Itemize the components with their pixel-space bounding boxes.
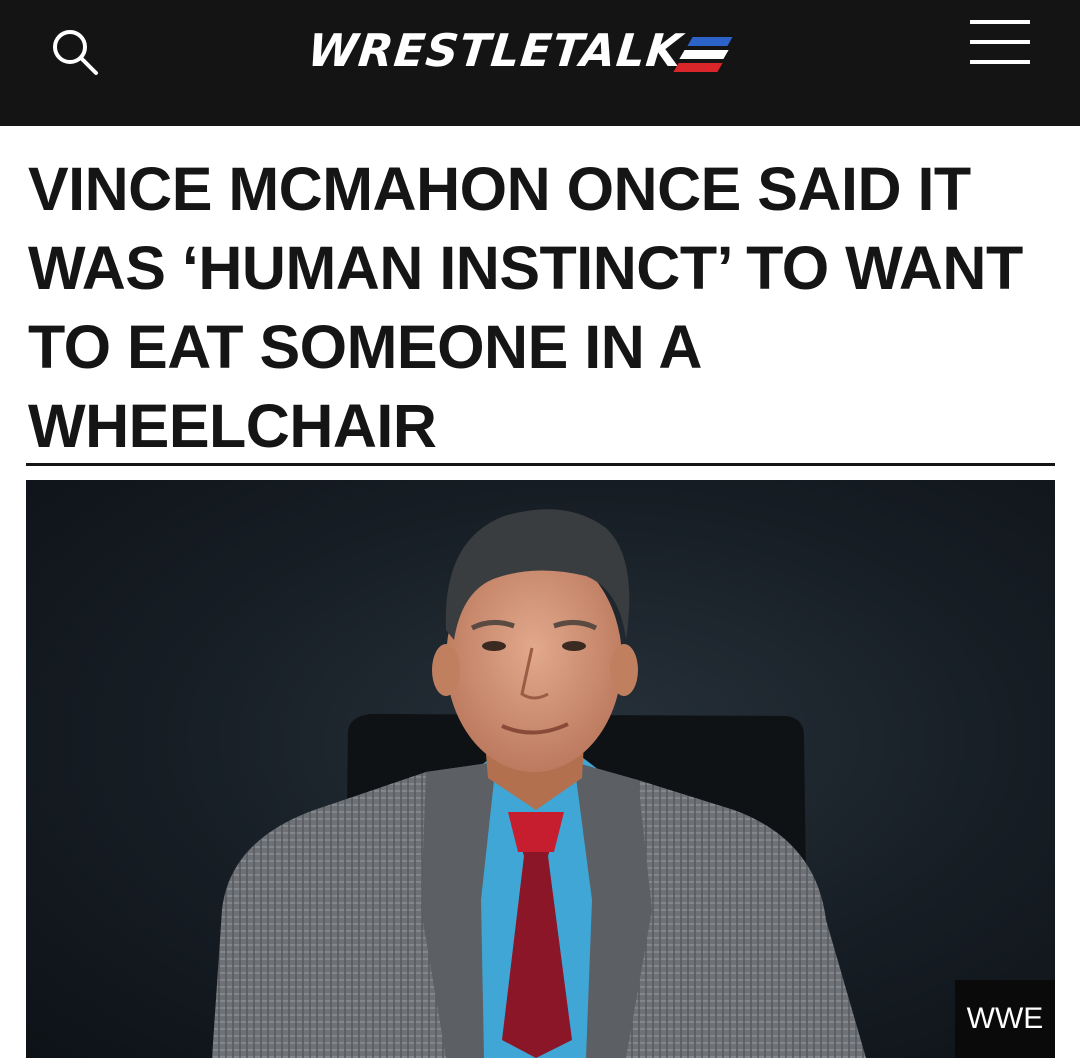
menu-button[interactable] [962,16,1038,72]
search-button[interactable] [46,22,106,82]
hamburger-menu-icon [970,20,1030,64]
article-hero-image[interactable]: WWE [26,480,1055,1058]
article-headline: VINCE MCMAHON ONCE SAID IT WAS ‘HUMAN IN… [28,155,1023,460]
headline-divider [26,463,1055,466]
site-header: WRESTLETALK [0,0,1080,126]
logo-wordmark: WRESTLETALK [305,23,685,77]
logo-stripes [673,31,738,75]
search-icon [53,30,98,75]
portrait-illustration [212,509,866,1058]
logo-stripe-red [673,63,723,72]
logo-stripe-white [679,50,729,59]
logo-stripe-blue [687,37,733,46]
image-credit: WWE [955,980,1055,1058]
site-logo[interactable]: WRESTLETALK [305,20,738,80]
